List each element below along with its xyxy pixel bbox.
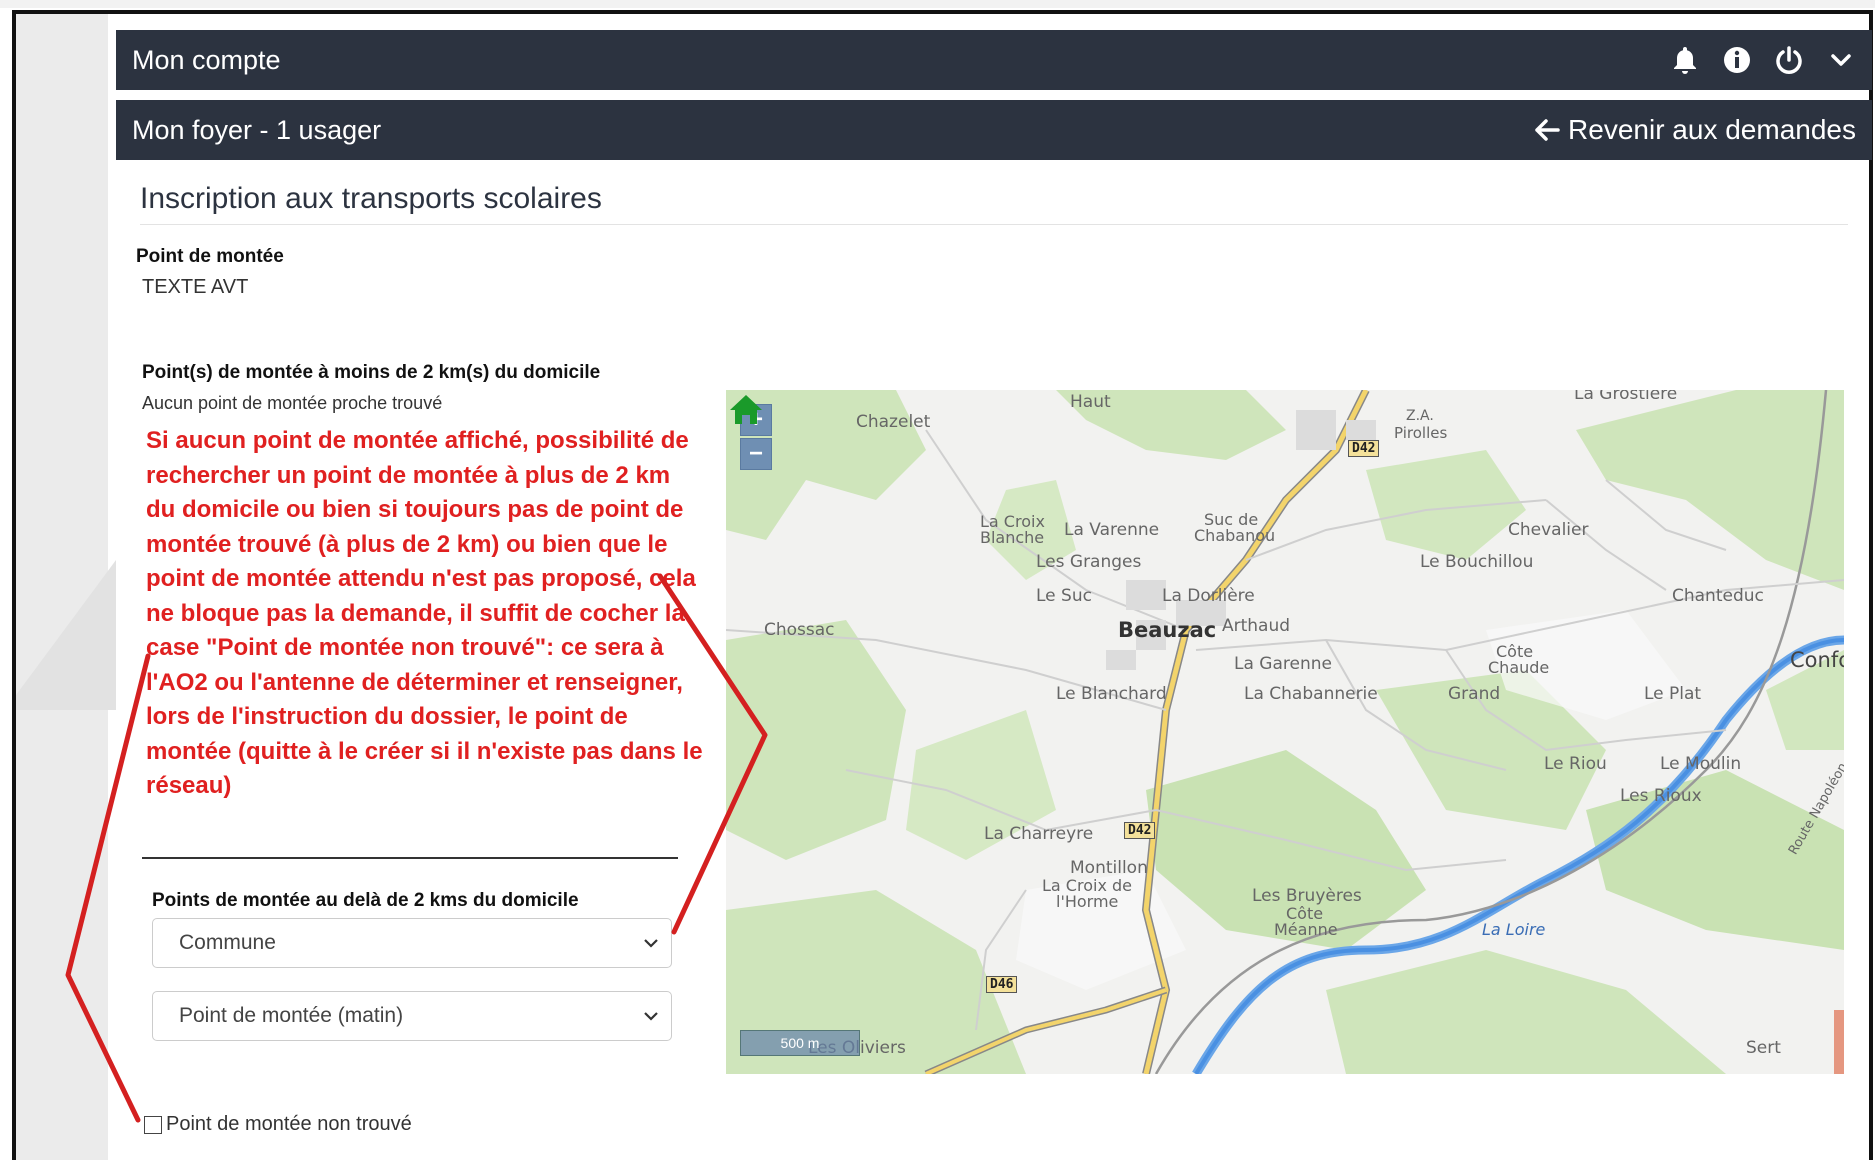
map-label: Le Blanchard — [1056, 684, 1167, 704]
map-label: La Chabannerie — [1244, 684, 1378, 704]
commune-select-value: Commune — [179, 931, 276, 954]
map-label-town: Beauzac — [1118, 618, 1217, 642]
pickup-point-select[interactable]: Point de montée (matin) — [152, 991, 672, 1041]
not-found-row: Point de montée non trouvé — [144, 1113, 412, 1136]
map-label: Les Granges — [1036, 552, 1142, 572]
map-label: Arthaud — [1222, 616, 1291, 636]
map-label: Chanteduc — [1672, 586, 1764, 606]
map-label: Chaude — [1488, 658, 1550, 677]
household-header: Mon foyer - 1 usager Revenir aux demande… — [116, 100, 1872, 160]
far-points-title: Points de montée au delà de 2 kms du dom… — [152, 890, 579, 911]
map-label: Le Moulin — [1660, 754, 1742, 774]
map-label: Méanne — [1274, 920, 1338, 939]
map-label: Chazelet — [856, 412, 931, 432]
page-title: Inscription aux transports scolaires — [140, 182, 1848, 225]
nearby-title: Point(s) de montée à moins de 2 km(s) du… — [142, 362, 601, 383]
map-label: La Varenne — [1064, 520, 1160, 540]
map-label: Le Riou — [1544, 754, 1607, 774]
not-found-checkbox[interactable] — [144, 1115, 162, 1134]
info-icon[interactable] — [1722, 45, 1752, 75]
chevron-down-icon — [644, 1012, 658, 1021]
road-badge: D42 — [1124, 822, 1156, 839]
map-label-river: La Loire — [1482, 920, 1546, 939]
screenshot-frame: Mon compte Mon foyer - 1 usager Revenir … — [0, 0, 1875, 1160]
commune-select[interactable]: Commune — [152, 918, 672, 968]
chevron-down-icon — [644, 939, 658, 948]
zoom-out-button[interactable]: − — [740, 438, 772, 470]
map-label: Chossac — [764, 620, 835, 640]
road-badge: D42 — [1348, 440, 1380, 457]
home-marker-icon[interactable] — [726, 390, 766, 430]
map-label: La Garenne — [1234, 654, 1332, 674]
map-label: Haut — [1070, 392, 1111, 412]
account-header: Mon compte — [116, 30, 1872, 90]
account-title: Mon compte — [132, 44, 281, 75]
main-content: Inscription aux transports scolaires Poi… — [116, 160, 1872, 1160]
back-to-requests-link[interactable]: Revenir aux demandes — [1534, 114, 1856, 146]
map-label: Le Plat — [1644, 684, 1702, 704]
map-tiles — [726, 390, 1844, 1074]
section-divider — [142, 857, 678, 859]
map-label: Les Bruyères — [1252, 886, 1362, 906]
header-icons — [1670, 45, 1856, 75]
map-label: La Charreyre — [984, 824, 1094, 844]
pickup-value: TEXTE AVT — [142, 276, 249, 298]
power-icon[interactable] — [1774, 45, 1804, 75]
map-label: Le Bouchillou — [1420, 552, 1534, 572]
map-label: Les Rioux — [1620, 786, 1702, 806]
map-label: Z.A. — [1406, 408, 1434, 424]
chevron-down-icon[interactable] — [1826, 45, 1856, 75]
map-label: Montillon — [1070, 858, 1148, 878]
map-scale: 500 m — [740, 1030, 860, 1056]
map-label: La Grostière — [1574, 390, 1678, 404]
map-label: Confo — [1790, 648, 1844, 672]
not-found-label[interactable]: Point de montée non trouvé — [166, 1113, 412, 1136]
map-label: Grand — [1448, 684, 1501, 704]
map-label: Chabanou — [1194, 526, 1276, 545]
back-link-label: Revenir aux demandes — [1568, 114, 1856, 145]
household-title: Mon foyer - 1 usager — [132, 114, 382, 145]
top-strip — [0, 0, 1875, 8]
map-label: l'Horme — [1056, 892, 1119, 911]
map-label: Sert — [1746, 1038, 1781, 1058]
map-label: Le Suc — [1036, 586, 1092, 606]
pickup-label: Point de montée — [136, 246, 284, 267]
nearby-empty-text: Aucun point de montée proche trouvé — [142, 393, 443, 413]
map-label: Pirolles — [1394, 424, 1448, 442]
map-label: Chevalier — [1508, 520, 1589, 540]
map-view[interactable]: + − Haut Chazelet La Grostière Z.A. Piro… — [726, 390, 1844, 1074]
arrow-left-icon — [1535, 119, 1560, 141]
map-label: La Dorlière — [1162, 586, 1255, 606]
pickup-point-select-value: Point de montée (matin) — [179, 1004, 404, 1027]
road-badge: D46 — [986, 976, 1018, 993]
annotation-note: Si aucun point de montée affiché, possib… — [146, 427, 703, 799]
left-gutter — [16, 14, 108, 1160]
bell-icon[interactable] — [1670, 45, 1700, 75]
map-label: Blanche — [980, 528, 1045, 547]
